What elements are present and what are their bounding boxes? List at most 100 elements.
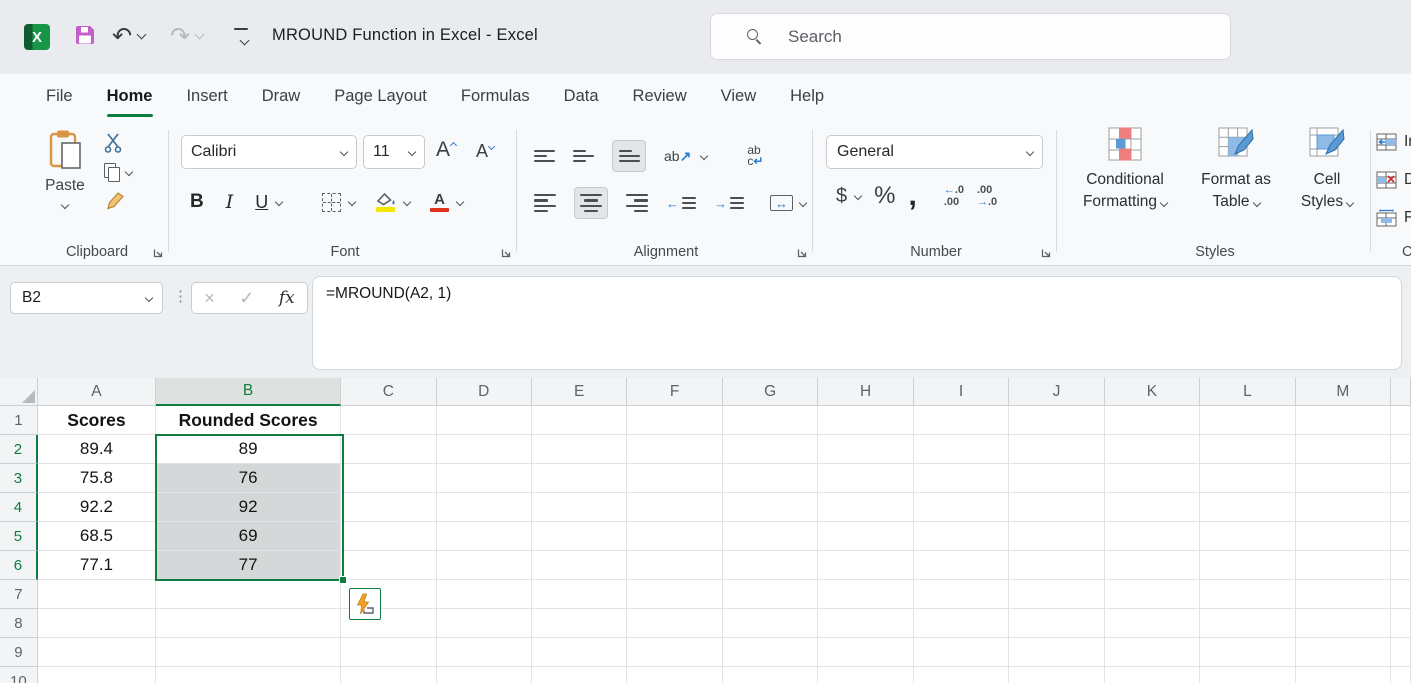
cell-B1[interactable]: Rounded Scores	[156, 406, 341, 435]
cell-J8[interactable]	[1009, 609, 1104, 638]
cell-K1[interactable]	[1105, 406, 1200, 435]
cell-J5[interactable]	[1009, 522, 1104, 551]
cell-partial-7[interactable]	[1391, 580, 1411, 609]
tab-help[interactable]: Help	[773, 74, 841, 118]
cell-partial-3[interactable]	[1391, 464, 1411, 493]
cell-A3[interactable]: 75.8	[38, 464, 156, 493]
cell-F6[interactable]	[627, 551, 722, 580]
fill-handle[interactable]	[339, 576, 347, 584]
cell-M8[interactable]	[1296, 609, 1391, 638]
cell-M6[interactable]	[1296, 551, 1391, 580]
cell-F10[interactable]	[627, 667, 722, 683]
cell-D1[interactable]	[437, 406, 532, 435]
italic-button[interactable]: I	[226, 191, 234, 213]
underline-chevron-icon[interactable]	[275, 198, 283, 206]
cell-D7[interactable]	[437, 580, 532, 609]
cell-L4[interactable]	[1200, 493, 1295, 522]
cell-C4[interactable]	[341, 493, 436, 522]
cell-C10[interactable]	[341, 667, 436, 683]
cell-D5[interactable]	[437, 522, 532, 551]
row-header-7[interactable]: 7	[0, 580, 38, 609]
paste-chevron-icon[interactable]	[61, 201, 69, 209]
cell-F8[interactable]	[627, 609, 722, 638]
cell-K2[interactable]	[1105, 435, 1200, 464]
align-center-button[interactable]	[574, 187, 608, 219]
copy-chevron-icon[interactable]	[125, 168, 133, 176]
column-header-G[interactable]: G	[723, 378, 818, 406]
formula-bar-drag-dots-icon[interactable]: ⋮	[173, 287, 188, 305]
cell-B6[interactable]: 77	[156, 551, 341, 580]
cell-J2[interactable]	[1009, 435, 1104, 464]
decrease-font-size-button[interactable]: A	[476, 141, 493, 162]
select-all-corner[interactable]	[0, 378, 38, 406]
font-size-select[interactable]: 11	[363, 135, 425, 169]
tab-insert[interactable]: Insert	[169, 74, 244, 118]
percent-button[interactable]: %	[874, 182, 895, 210]
row-header-9[interactable]: 9	[0, 638, 38, 667]
cell-F1[interactable]	[627, 406, 722, 435]
row-header-10[interactable]: 10	[0, 667, 38, 683]
cell-E5[interactable]	[532, 522, 627, 551]
insert-cells-button[interactable]: Insert	[1376, 133, 1411, 151]
cell-L7[interactable]	[1200, 580, 1295, 609]
cell-J4[interactable]	[1009, 493, 1104, 522]
row-header-4[interactable]: 4	[0, 493, 38, 522]
align-middle-icon[interactable]	[573, 150, 594, 163]
undo-button[interactable]: ↶	[112, 22, 145, 51]
cell-partial-1[interactable]	[1391, 406, 1411, 435]
cell-D8[interactable]	[437, 609, 532, 638]
cell-partial-6[interactable]	[1391, 551, 1411, 580]
borders-chevron-icon[interactable]	[348, 198, 356, 206]
cell-F2[interactable]	[627, 435, 722, 464]
cell-K7[interactable]	[1105, 580, 1200, 609]
undo-chevron-icon[interactable]	[137, 30, 147, 40]
clipboard-dialog-launcher-icon[interactable]	[152, 247, 164, 259]
cell-A2[interactable]: 89.4	[38, 435, 156, 464]
cell-A1[interactable]: Scores	[38, 406, 156, 435]
cell-J1[interactable]	[1009, 406, 1104, 435]
cell-C5[interactable]	[341, 522, 436, 551]
format-painter-icon[interactable]	[104, 191, 125, 210]
cell-E7[interactable]	[532, 580, 627, 609]
cell-C1[interactable]	[341, 406, 436, 435]
cell-E8[interactable]	[532, 609, 627, 638]
cell-I8[interactable]	[914, 609, 1009, 638]
cancel-icon[interactable]: ×	[204, 288, 215, 309]
cell-J7[interactable]	[1009, 580, 1104, 609]
fill-color-chevron-icon[interactable]	[403, 198, 411, 206]
tab-draw[interactable]: Draw	[245, 74, 318, 118]
column-header-K[interactable]: K	[1105, 378, 1200, 406]
cell-H2[interactable]	[818, 435, 913, 464]
column-header-M[interactable]: M	[1296, 378, 1391, 406]
cell-B4[interactable]: 92	[156, 493, 341, 522]
underline-button[interactable]: U	[255, 192, 268, 213]
cell-A4[interactable]: 92.2	[38, 493, 156, 522]
column-header-H[interactable]: H	[818, 378, 913, 406]
quick-access-customize-icon[interactable]	[234, 28, 248, 51]
decrease-decimal-icon[interactable]: .00 →.0	[977, 184, 997, 208]
cell-F3[interactable]	[627, 464, 722, 493]
cell-E9[interactable]	[532, 638, 627, 667]
cell-D6[interactable]	[437, 551, 532, 580]
cell-D10[interactable]	[437, 667, 532, 683]
font-dialog-launcher-icon[interactable]	[500, 247, 512, 259]
formula-input[interactable]: =MROUND(A2, 1)	[312, 276, 1402, 370]
cell-M9[interactable]	[1296, 638, 1391, 667]
cell-styles-button[interactable]: Cell Styles	[1288, 126, 1366, 213]
alignment-dialog-launcher-icon[interactable]	[796, 247, 808, 259]
cell-K3[interactable]	[1105, 464, 1200, 493]
column-header-partial[interactable]	[1391, 378, 1411, 406]
column-header-A[interactable]: A	[38, 378, 156, 406]
currency-button[interactable]: $	[836, 185, 847, 208]
cell-A8[interactable]	[38, 609, 156, 638]
cell-I4[interactable]	[914, 493, 1009, 522]
cell-C3[interactable]	[341, 464, 436, 493]
cell-I5[interactable]	[914, 522, 1009, 551]
cell-D3[interactable]	[437, 464, 532, 493]
cell-K4[interactable]	[1105, 493, 1200, 522]
cell-A7[interactable]	[38, 580, 156, 609]
cell-partial-5[interactable]	[1391, 522, 1411, 551]
align-bottom-button[interactable]	[612, 140, 646, 172]
tab-formulas[interactable]: Formulas	[444, 74, 547, 118]
cell-F4[interactable]	[627, 493, 722, 522]
